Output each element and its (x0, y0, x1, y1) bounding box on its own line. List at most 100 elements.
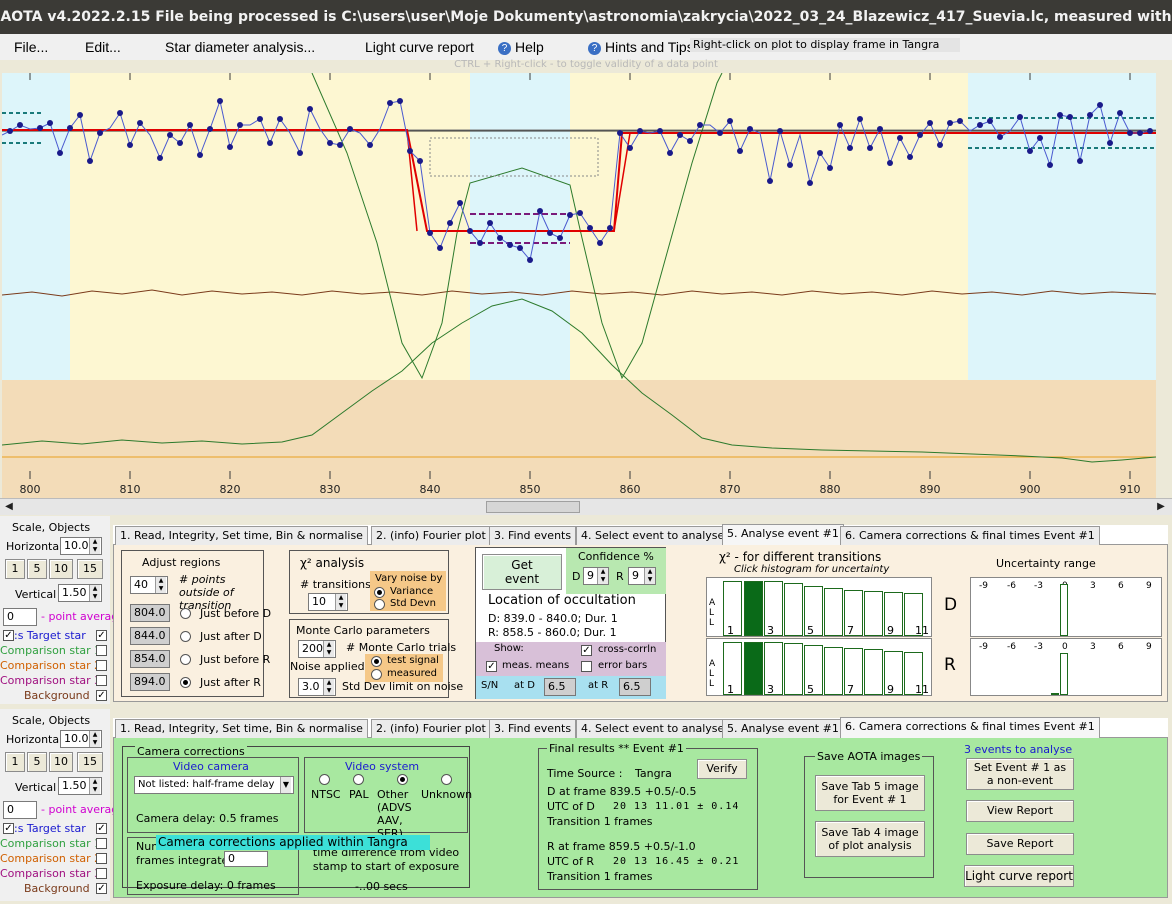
just-after-d-radio[interactable] (180, 631, 191, 642)
chi-bar-selected[interactable] (744, 642, 763, 695)
tab-find-events-2[interactable]: 3. Find events (489, 719, 577, 738)
cross-corr-checkbox[interactable]: ✓ (581, 645, 592, 656)
chi-bar[interactable] (824, 588, 843, 636)
horizontal-spin-icon-2[interactable]: ▲ ▼ (89, 731, 100, 747)
comparison-star-3-checkbox-2[interactable] (96, 868, 107, 879)
region-value-2: 844.0 (130, 627, 170, 645)
unknown-radio[interactable] (441, 774, 452, 785)
view-report-button[interactable]: View Report (966, 800, 1074, 822)
variance-radio[interactable] (374, 587, 385, 598)
chi-bar[interactable] (864, 591, 883, 636)
chi-bar[interactable] (864, 649, 883, 695)
tab-analyse-event[interactable]: 5. Analyse event #1 (722, 524, 844, 545)
scale-button-15[interactable]: 15 (77, 559, 103, 579)
scrollbar-thumb[interactable] (486, 501, 580, 513)
vertical-spin-icon[interactable]: ▲ ▼ (89, 585, 100, 601)
comparison-star-2-checkbox[interactable] (96, 660, 107, 671)
scale-button-15-b[interactable]: 15 (77, 752, 103, 772)
tab-read-integrity[interactable]: 1. Read, Integrity, Set time, Bin & norm… (115, 526, 368, 545)
vary-noise-label: Vary noise by (375, 573, 443, 584)
error-bars-checkbox[interactable] (581, 661, 592, 672)
tab-camera-corrections-2[interactable]: 6. Camera corrections & final times Even… (840, 717, 1100, 738)
comparison-star-1-checkbox-2[interactable] (96, 838, 107, 849)
tab-camera-corrections[interactable]: 6. Camera corrections & final times Even… (840, 526, 1100, 545)
save-report-button[interactable]: Save Report (966, 833, 1074, 855)
comparison-star-1-checkbox[interactable] (96, 645, 107, 656)
menu-edit[interactable]: Edit... (85, 39, 121, 55)
std-dev-spin-icon[interactable]: ▲ ▼ (323, 679, 334, 695)
other-radio[interactable] (397, 774, 408, 785)
scroll-right-icon[interactable]: ▶ (1155, 501, 1167, 513)
target-star-checkbox-2[interactable]: ✓ (96, 823, 107, 834)
target-star-checkbox-a-2[interactable]: ✓ (3, 823, 14, 834)
scale-button-10[interactable]: 10 (49, 559, 73, 579)
hist-label-r: 3 (767, 683, 774, 696)
light-curve-plot[interactable]: 800 810 820 830 840 850 860 870 880 890 … (1, 72, 1157, 498)
camera-select-dropdown-icon[interactable]: ▼ (280, 777, 291, 793)
pal-radio[interactable] (353, 774, 364, 785)
hint-icon: ? (588, 42, 601, 55)
point-average-select-2[interactable]: 0 (3, 801, 37, 819)
menu-light-curve-report[interactable]: Light curve report (365, 39, 474, 55)
chi-bar-selected[interactable] (744, 581, 763, 636)
chi-bar[interactable] (784, 643, 803, 695)
tab-fourier-2[interactable]: 2. (info) Fourier plot (371, 719, 491, 738)
menu-help[interactable]: ? Help (498, 39, 544, 55)
transitions-label: # transitions (300, 578, 371, 591)
confidence-r-spin-icon[interactable]: ▲ ▼ (644, 568, 655, 584)
save-tab5-image-button[interactable]: Save Tab 5 image for Event # 1 (815, 775, 925, 811)
transitions-spin-icon[interactable]: ▲ ▼ (335, 594, 346, 610)
chi-bar[interactable] (784, 583, 803, 636)
menu-star-diameter[interactable]: Star diameter analysis... (165, 39, 315, 55)
chi-histogram-d[interactable]: A L L 1 3 5 7 9 11 (706, 577, 932, 637)
scale-button-10-b[interactable]: 10 (49, 752, 73, 772)
horizontal-spin-icon[interactable]: ▲ ▼ (89, 538, 100, 554)
meas-means-checkbox[interactable]: ✓ (486, 661, 497, 672)
set-non-event-button[interactable]: Set Event # 1 as a non-event (966, 758, 1074, 790)
background-checkbox-2[interactable]: ✓ (96, 883, 107, 894)
unc-tick: 6 (1118, 642, 1124, 652)
comparison-star-3-checkbox[interactable] (96, 675, 107, 686)
just-before-d-radio[interactable] (180, 608, 191, 619)
menu-file[interactable]: File... (14, 39, 48, 55)
comparison-star-2-checkbox-2[interactable] (96, 853, 107, 864)
confidence-d-spin-icon[interactable]: ▲ ▼ (597, 568, 608, 584)
save-tab4-image-button[interactable]: Save Tab 4 image of plot analysis (815, 821, 925, 857)
camera-select[interactable]: Not listed: half-frame delay (134, 776, 294, 794)
target-star-checkbox[interactable]: ✓ (96, 630, 107, 641)
ntsc-radio[interactable] (319, 774, 330, 785)
scroll-left-icon[interactable]: ◀ (3, 501, 15, 513)
tab-read-integrity-2[interactable]: 1. Read, Integrity, Set time, Bin & norm… (115, 719, 368, 738)
tab-fourier[interactable]: 2. (info) Fourier plot (371, 526, 491, 545)
outside-spin-icon[interactable]: ▲ ▼ (155, 577, 166, 593)
target-star-checkbox-a[interactable]: ✓ (3, 630, 14, 641)
verify-button[interactable]: Verify (697, 759, 747, 779)
scale-button-5-b[interactable]: 5 (27, 752, 47, 772)
meas-means-label: meas. means (502, 660, 570, 671)
chi-histogram-r[interactable]: A L L 1 3 5 7 9 11 (706, 638, 932, 696)
plot-scrollbar[interactable]: ◀ ▶ (0, 498, 1172, 515)
frames-integrated-input[interactable]: 0 (224, 851, 268, 867)
chi-bar[interactable] (824, 647, 843, 695)
scale-button-1[interactable]: 1 (5, 559, 25, 579)
get-event-button[interactable]: Get event (482, 554, 562, 590)
tab-select-event[interactable]: 4. Select event to analyse (576, 526, 730, 545)
point-average-select[interactable]: 0 (3, 608, 37, 626)
menu-hints[interactable]: ? Hints and Tips (588, 39, 694, 55)
tab-analyse-event-2[interactable]: 5. Analyse event #1 (722, 719, 844, 738)
scale-button-1-b[interactable]: 1 (5, 752, 25, 772)
hist-label-d: 1 (727, 624, 734, 637)
just-before-r-radio[interactable] (180, 654, 191, 665)
background-checkbox[interactable]: ✓ (96, 690, 107, 701)
tab-select-event-2[interactable]: 4. Select event to analyse (576, 719, 730, 738)
just-after-r-radio[interactable] (180, 677, 191, 688)
measured-radio[interactable] (371, 669, 382, 680)
just-before-r-label: Just before R (200, 653, 271, 666)
mc-trials-spin-icon[interactable]: ▲ ▼ (323, 641, 334, 657)
light-curve-report-button[interactable]: Light curve report (964, 865, 1074, 887)
scale-button-5[interactable]: 5 (27, 559, 47, 579)
std-devn-radio[interactable] (374, 599, 385, 610)
vertical-spin-icon-2[interactable]: ▲ ▼ (89, 778, 100, 794)
test-signal-radio[interactable] (371, 656, 382, 667)
tab-find-events[interactable]: 3. Find events (489, 526, 577, 545)
